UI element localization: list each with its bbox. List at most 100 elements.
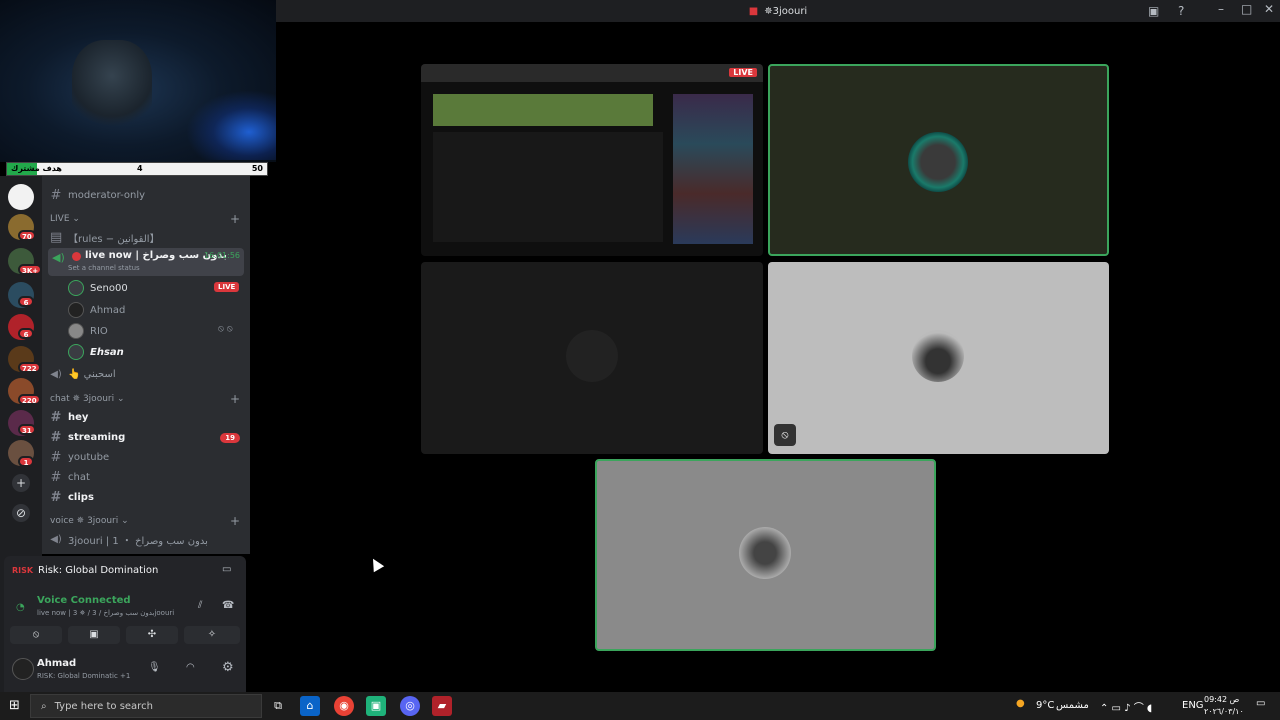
language-indicator[interactable]: ENG bbox=[1182, 700, 1204, 711]
clock-date[interactable]: ٢٠٢٦/٠٣/١٠ bbox=[1204, 707, 1244, 716]
window-titlebar: ■ ✵ 3joouri ▣ ? – □ ✕ bbox=[276, 0, 1280, 22]
discord-logo-icon: ■ bbox=[748, 5, 759, 17]
add-server-icon[interactable]: + bbox=[12, 474, 30, 492]
add-channel-icon[interactable]: + bbox=[230, 514, 240, 528]
inbox-icon[interactable]: ▣ bbox=[1148, 4, 1159, 18]
server-icon-1[interactable] bbox=[8, 184, 34, 210]
microphone-icon[interactable]: 🎙 bbox=[148, 662, 161, 673]
stream-screen-icon[interactable]: ▭ bbox=[222, 564, 231, 575]
user-tile-3[interactable]: ⦸ bbox=[768, 262, 1109, 454]
channel-label: youtube bbox=[68, 452, 110, 463]
channel-chat[interactable]: # chat bbox=[50, 470, 90, 485]
channel-3joouri-voice[interactable]: ◀) 3joouri | 1 ・ بدون سب وصراخ bbox=[50, 532, 208, 547]
user-name: Ehsan bbox=[90, 346, 124, 358]
add-channel-icon[interactable]: + bbox=[230, 212, 240, 226]
camera-off-icon: ⦸ bbox=[774, 424, 796, 446]
sub-goal-bar: هدف مشترك 4 50 bbox=[6, 162, 268, 176]
camera-button[interactable]: ⦸ bbox=[10, 626, 62, 644]
window-title: ✵ bbox=[764, 5, 773, 17]
discord-icon[interactable]: ◎ bbox=[400, 696, 420, 716]
signal-icon: ◔ bbox=[16, 602, 25, 613]
channel-label: 3joouri | 1 ・ بدون سب وصراخ bbox=[68, 536, 208, 547]
windows-start-icon[interactable]: ⊞ bbox=[9, 698, 20, 713]
channel-hey[interactable]: # hey bbox=[50, 410, 89, 425]
category-live[interactable]: LIVE ⌄ bbox=[50, 214, 80, 224]
goal-current: 4 bbox=[137, 164, 143, 173]
category-label: chat ✵ 3joouri bbox=[50, 394, 115, 404]
user-tile-1[interactable] bbox=[768, 64, 1109, 256]
channel-rules[interactable]: ▤ 【rules − القوانين】 bbox=[50, 230, 160, 245]
voice-connected[interactable]: Voice Connected bbox=[37, 595, 131, 606]
user-tile-2[interactable] bbox=[421, 262, 763, 454]
channel-live-now[interactable]: ◀) live now | بدون سب وصراخ 16:01:56 Set… bbox=[48, 248, 244, 276]
channel-status[interactable]: Set a channel status bbox=[68, 264, 140, 272]
live-badge: LIVE bbox=[214, 282, 240, 292]
taskbar-search[interactable]: ⌕ Type here to search bbox=[30, 694, 262, 718]
server-badge-7: 31 bbox=[18, 424, 36, 435]
voice-user-seno00[interactable]: Seno00 bbox=[68, 280, 128, 296]
category-voice[interactable]: voice ✵ 3joouri ⌄ bbox=[50, 516, 129, 526]
category-label: voice ✵ 3joouri bbox=[50, 516, 119, 526]
tray-icons[interactable]: ⌃ ▭ ♪ ⌒ ◖ bbox=[1100, 699, 1152, 714]
user-name[interactable]: Ahmad bbox=[37, 658, 76, 669]
discover-icon[interactable]: ⊘ bbox=[12, 504, 30, 522]
channel-clips[interactable]: # clips bbox=[50, 490, 94, 505]
user-avatar bbox=[908, 132, 968, 192]
live-dot-icon bbox=[72, 252, 81, 261]
user-avatar[interactable] bbox=[12, 658, 34, 680]
channel-youtube[interactable]: # youtube bbox=[50, 450, 110, 465]
disconnect-icon[interactable]: ☎ bbox=[222, 600, 234, 611]
app-icon-1[interactable]: ▣ bbox=[366, 696, 386, 716]
weather-text[interactable]: مشمس bbox=[1056, 700, 1089, 711]
help-icon[interactable]: ? bbox=[1178, 4, 1184, 18]
task-view-icon[interactable]: ⧉ bbox=[268, 696, 288, 716]
channel-moderator-only[interactable]: # moderator-only bbox=[50, 188, 146, 203]
screenshare-button[interactable]: ▣ bbox=[68, 626, 120, 644]
channel-voice-2[interactable]: ◀) 👆 اسحبني bbox=[50, 369, 115, 380]
game-icon: RISK bbox=[12, 566, 34, 575]
close-button[interactable]: ✕ bbox=[1264, 2, 1274, 16]
server-badge-4: 6 bbox=[18, 328, 34, 339]
activity-name[interactable]: Risk: Global Domination bbox=[38, 565, 158, 576]
headphones-icon[interactable]: ◠ bbox=[186, 662, 195, 673]
minimize-button[interactable]: – bbox=[1218, 2, 1224, 16]
avatar bbox=[68, 280, 84, 296]
stream-comments bbox=[433, 132, 663, 242]
store-icon[interactable]: ⌂ bbox=[300, 696, 320, 716]
user-avatar bbox=[739, 527, 791, 579]
activities-button[interactable]: ✣ bbox=[126, 626, 178, 644]
weather-temp[interactable]: 9°C bbox=[1036, 700, 1054, 711]
speaker-icon: ◀) bbox=[52, 251, 65, 264]
user-panel: RISK Risk: Global Domination ▭ ◔ Voice C… bbox=[4, 556, 246, 692]
channel-label: chat bbox=[68, 472, 90, 483]
avatar bbox=[68, 302, 84, 318]
goal-target: 50 bbox=[251, 164, 263, 173]
soundboard-button[interactable]: ✧ bbox=[184, 626, 240, 644]
noise-suppression-icon[interactable]: ⫽ bbox=[198, 600, 202, 611]
voice-user-rio[interactable]: RIO bbox=[68, 323, 108, 339]
category-chat[interactable]: chat ✵ 3joouri ⌄ bbox=[50, 394, 125, 404]
voice-detail[interactable]: live now | 3 ✵ / بدون سب وصراخ / 3joouri bbox=[37, 609, 174, 617]
voice-user-ehsan[interactable]: Ehsan bbox=[68, 344, 124, 360]
notification-icon[interactable]: ▭ bbox=[1256, 698, 1265, 709]
stream-tile[interactable]: LIVE bbox=[421, 64, 763, 256]
user-avatar bbox=[912, 330, 964, 382]
maximize-button[interactable]: □ bbox=[1241, 2, 1252, 16]
speaker-icon: ◀) bbox=[50, 369, 62, 380]
user-tile-4[interactable] bbox=[595, 459, 936, 651]
server-badge-3: 6 bbox=[18, 296, 34, 307]
voice-user-ahmad[interactable]: Ahmad bbox=[68, 302, 125, 318]
mention-badge: 19 bbox=[220, 433, 240, 443]
add-channel-icon[interactable]: + bbox=[230, 392, 240, 406]
search-placeholder: Type here to search bbox=[54, 700, 153, 712]
avatar bbox=[68, 344, 84, 360]
settings-icon[interactable]: ⚙ bbox=[222, 660, 234, 675]
clock-time[interactable]: 09:42 ص bbox=[1204, 695, 1239, 704]
user-name: Seno00 bbox=[90, 282, 128, 294]
hash-icon: # bbox=[50, 490, 62, 505]
hash-icon: # bbox=[50, 188, 62, 203]
weather-icon: ● bbox=[1016, 698, 1025, 709]
channel-streaming[interactable]: # streaming bbox=[50, 430, 126, 445]
chrome-icon[interactable]: ◉ bbox=[334, 696, 354, 716]
risk-icon[interactable]: ▰ bbox=[432, 696, 452, 716]
